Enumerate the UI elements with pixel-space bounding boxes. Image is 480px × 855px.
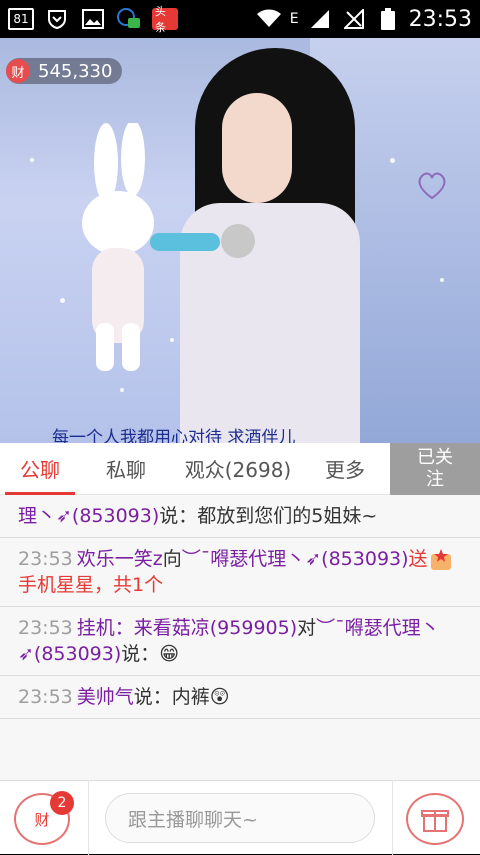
bottom-bar: 财 2 跟主播聊聊天~ xyxy=(0,780,480,855)
chat-list[interactable]: 理丶➶(853093)说：都放到您们的5姐妹~ 23:53 欢乐一笑z向︶ˉ嘚瑟代理… xyxy=(0,495,480,780)
heart-icon xyxy=(418,172,446,200)
network-type-label: E xyxy=(289,11,299,27)
divider xyxy=(88,781,89,855)
sparkle xyxy=(60,298,65,303)
microphone-image xyxy=(150,224,255,258)
wallet-badge: 2 xyxy=(50,791,74,815)
message-time: 23:53 xyxy=(18,617,73,639)
coin-balance: 财 545,330 xyxy=(6,58,123,84)
user-name[interactable]: 理丶➶(853093) xyxy=(18,505,159,527)
message-text: 说：😁 xyxy=(121,643,180,665)
user-name[interactable]: 挂机：来看菇凉(959905) xyxy=(77,617,297,639)
user-name[interactable]: ︶ˉ嘚瑟代理丶➶(853093) xyxy=(182,548,409,570)
gallery-icon xyxy=(80,8,106,30)
follow-button[interactable]: 已关 注 xyxy=(390,443,480,495)
clock: 23:53 xyxy=(408,6,472,32)
status-bar: 81 头条 E 23:53 xyxy=(0,0,480,38)
follow-label-line1: 已关 xyxy=(417,447,453,468)
message-text: 送 xyxy=(408,548,428,570)
streamer-face xyxy=(222,93,292,203)
notification-count-icon: 81 xyxy=(8,8,34,30)
sparkle xyxy=(390,158,395,163)
chat-message: 23:53 欢乐一笑z向︶ˉ嘚瑟代理丶➶(853093)送手机星星，共1个 xyxy=(0,538,480,607)
tab-audience[interactable]: 观众(2698) xyxy=(172,443,304,495)
divider xyxy=(392,781,393,855)
tab-more[interactable]: 更多 xyxy=(304,443,386,495)
live-video[interactable] xyxy=(0,38,480,443)
message-text: 说：都放到您们的5姐妹~ xyxy=(159,505,378,527)
message-text: 说：内裤😲 xyxy=(133,686,230,708)
bunny-plush-image xyxy=(82,123,154,371)
message-text: 对 xyxy=(297,617,317,639)
coin-value: 545,330 xyxy=(38,60,113,82)
tab-public-chat[interactable]: 公聊 xyxy=(0,443,80,495)
chat-app-icon xyxy=(116,8,142,30)
tab-private-chat[interactable]: 私聊 xyxy=(80,443,172,495)
chat-input[interactable]: 跟主播聊聊天~ xyxy=(105,793,375,843)
coin-icon: 财 xyxy=(6,59,30,83)
wifi-icon xyxy=(256,8,282,30)
message-time: 23:53 xyxy=(18,686,73,708)
no-signal-icon xyxy=(341,8,367,30)
battery-icon xyxy=(375,8,401,30)
news-app-icon: 头条 xyxy=(152,5,178,34)
gift-button[interactable] xyxy=(406,793,464,845)
message-text: 手机星星，共1个 xyxy=(18,574,164,596)
chat-message: 23:53 美帅气说：内裤😲 xyxy=(0,676,480,719)
vpn-shield-icon xyxy=(44,8,70,30)
user-name[interactable]: 美帅气 xyxy=(77,686,134,708)
gift-icon xyxy=(421,810,449,832)
user-name[interactable]: 欢乐一笑z xyxy=(77,548,163,570)
sparkle xyxy=(440,278,444,282)
sparkle xyxy=(120,388,124,392)
follow-label-line2: 注 xyxy=(426,469,444,490)
chat-message: 理丶➶(853093)说：都放到您们的5姐妹~ xyxy=(0,495,480,538)
message-time: 23:53 xyxy=(18,548,73,570)
sparkle xyxy=(30,158,34,162)
signal-icon xyxy=(307,8,333,30)
sparkle xyxy=(170,338,174,342)
wallet-icon: 财 xyxy=(34,810,50,829)
chat-message: 23:53 挂机：来看菇凉(959905)对︶ˉ嘚瑟代理丶➶(853093)说：😁 xyxy=(0,607,480,676)
star-gift-icon xyxy=(430,548,451,570)
message-text: 向 xyxy=(162,548,182,570)
